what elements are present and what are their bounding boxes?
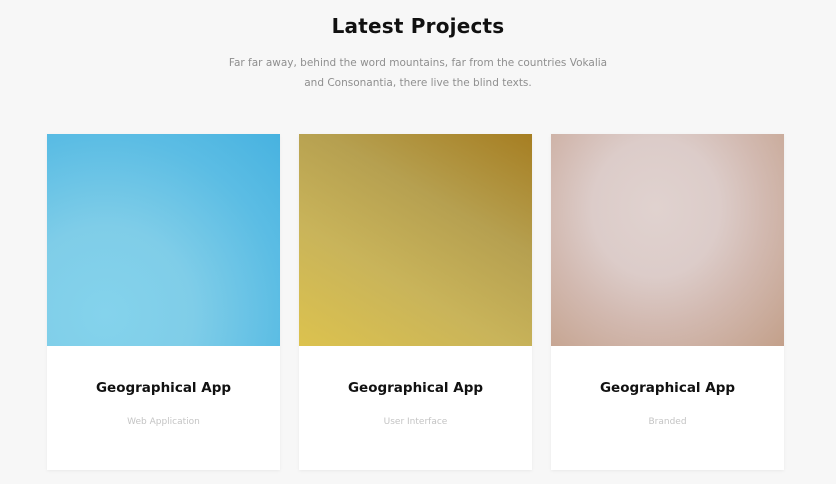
project-card[interactable]: Geographical App User Interface: [299, 134, 532, 470]
project-category: User Interface: [383, 417, 448, 427]
project-title[interactable]: Geographical App: [551, 380, 784, 396]
project-image[interactable]: [551, 134, 784, 346]
latest-projects-section: Latest Projects Far far away, behind the…: [0, 0, 836, 484]
project-title[interactable]: Geographical App: [299, 380, 532, 396]
project-card[interactable]: Geographical App Branded: [551, 134, 784, 470]
project-title[interactable]: Geographical App: [47, 380, 280, 396]
project-image[interactable]: [299, 134, 532, 346]
project-category: Web Application: [127, 417, 200, 427]
project-category: Branded: [648, 417, 687, 427]
section-subtitle: Far far away, behind the word mountains,…: [228, 57, 608, 89]
project-image[interactable]: [47, 134, 280, 346]
section-title: Latest Projects: [331, 14, 505, 38]
project-card[interactable]: Geographical App Web Application: [47, 134, 280, 470]
